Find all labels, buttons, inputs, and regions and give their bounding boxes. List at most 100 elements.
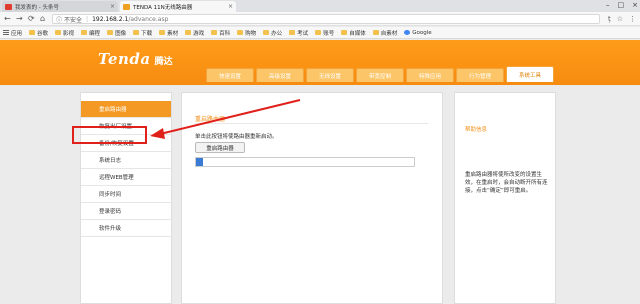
bookmark-label: 素材 [167, 30, 179, 37]
tenda-favicon-icon [123, 3, 130, 10]
main-menu: 快速设置 高级设置 无线设置 带宽控制 特殊应用 行为管理 系统工具 [206, 66, 554, 82]
section-title: 重启路由器 [195, 116, 226, 123]
menu-icon[interactable]: ⋮ [629, 14, 636, 24]
address-bar[interactable]: ⓘ 不安全 | 192.168.2.1 /advance.asp [52, 14, 600, 24]
toolbar-actions: ț ☆ ⋮ [608, 14, 636, 24]
bookmark-item[interactable]: 百科 [211, 29, 230, 37]
tab-system-tools[interactable]: 系统工具 [506, 66, 554, 82]
tab-behavior[interactable]: 行为管理 [456, 68, 504, 82]
tab-quick-setup[interactable]: 快速设置 [206, 68, 254, 82]
help-text: 重启路由器将使所改变的设置生效，在重启时，会自动断开所有连接，点击“确定”即可重… [465, 172, 548, 194]
bookmark-label: 影视 [63, 30, 75, 37]
bookmark-item[interactable]: 影视 [55, 29, 74, 37]
tenda-logo: Tenda 腾达 [98, 50, 173, 68]
sidebar-item-reboot[interactable]: 重启路由器 [81, 101, 171, 118]
logo-english: Tenda [98, 50, 151, 68]
bookmark-item[interactable]: 考试 [289, 29, 308, 37]
bookmark-label: 图像 [115, 30, 127, 37]
bookmark-item[interactable]: 游戏 [185, 29, 204, 37]
bookmark-item[interactable]: 谷歌 [29, 29, 48, 37]
bookmarks-bar: 应用 谷歌 影视 编程 图像 下载 素材 游戏 百科 购物 办公 考试 账号 自… [0, 27, 640, 39]
tab-close-icon[interactable]: × [110, 3, 115, 10]
sidebar-item-time-sync[interactable]: 同步时间 [81, 186, 171, 203]
browser-tab[interactable]: 我发表的 - 头条号 × [2, 1, 118, 12]
reboot-button[interactable]: 重启路由器 [195, 142, 245, 153]
progress-fill [196, 158, 203, 166]
maximize-icon[interactable]: □ [618, 0, 625, 10]
back-icon[interactable]: ← [4, 14, 11, 24]
logo-chinese: 腾达 [154, 57, 173, 67]
url-host: 192.168.2.1 [92, 15, 129, 23]
apps-grid-icon [3, 29, 9, 36]
bookmark-item[interactable]: 下载 [133, 29, 152, 37]
bookmark-label: 下载 [141, 30, 153, 37]
tab-title: 我发表的 - 头条号 [15, 4, 59, 11]
url-path: /advance.asp [128, 15, 169, 23]
help-title: 帮助信息 [465, 127, 488, 133]
folder-icon [81, 30, 88, 35]
bookmark-label: 账号 [323, 30, 335, 37]
bookmark-item[interactable]: 素材 [159, 29, 178, 37]
bookmark-item[interactable]: 账号 [315, 29, 334, 37]
bookmark-label: Google [412, 29, 432, 36]
close-window-icon[interactable]: × [632, 0, 638, 10]
bookmark-label: 办公 [271, 30, 283, 37]
bookmark-item[interactable]: 图像 [107, 29, 126, 37]
bookmark-apps[interactable]: 应用 [3, 29, 22, 37]
tab-wireless[interactable]: 无线设置 [306, 68, 354, 82]
folder-icon [372, 30, 379, 35]
tab-special-apps[interactable]: 特殊应用 [406, 68, 454, 82]
bookmark-label: 谷歌 [37, 30, 49, 37]
bookmark-label: 自素材 [380, 30, 398, 37]
sidebar-item-system-log[interactable]: 系统日志 [81, 152, 171, 169]
router-header: Tenda 腾达 快速设置 高级设置 无线设置 带宽控制 特殊应用 行为管理 系… [0, 40, 640, 85]
translate-icon[interactable]: ț [608, 14, 611, 24]
bookmark-google[interactable]: Google [404, 29, 432, 36]
folder-icon [133, 30, 140, 35]
reload-icon[interactable]: ⟳ [28, 14, 35, 24]
folder-icon [211, 30, 218, 35]
bookmark-item[interactable]: 编程 [81, 29, 100, 37]
window-controls: – □ × [606, 0, 638, 10]
folder-icon [263, 30, 270, 35]
bookmark-item[interactable]: 办公 [263, 29, 282, 37]
tab-close-icon[interactable]: × [228, 3, 233, 10]
browser-tab-active[interactable]: TENDA 11N无线路由器 × [120, 1, 236, 12]
bookmark-item[interactable]: 自素材 [372, 29, 398, 37]
minimize-icon[interactable]: – [606, 0, 610, 10]
google-icon [404, 30, 411, 35]
folder-icon [315, 30, 322, 35]
sidebar-item-login-password[interactable]: 登录密码 [81, 203, 171, 220]
folder-icon [237, 30, 244, 35]
bookmark-item[interactable]: 自媒体 [341, 29, 366, 37]
folder-icon [341, 30, 348, 35]
bookmark-label: 购物 [245, 30, 257, 37]
reboot-progress-bar [195, 157, 415, 167]
tab-title: TENDA 11N无线路由器 [133, 4, 193, 11]
folder-icon [55, 30, 62, 35]
folder-icon [289, 30, 296, 35]
divider [195, 123, 428, 124]
annotation-highlight-box [72, 126, 147, 144]
sidebar: 重启路由器 恢复出厂设置 备份/恢复设置 系统日志 远程WEB管理 同步时间 登… [80, 92, 172, 304]
tab-advanced[interactable]: 高级设置 [256, 68, 304, 82]
home-icon[interactable]: ⌂ [40, 14, 45, 24]
reboot-description: 单击此按钮将使路由器重新启动。 [195, 134, 278, 140]
main-panel: 重启路由器 单击此按钮将使路由器重新启动。 重启路由器 [181, 92, 443, 304]
bookmark-label: 百科 [219, 30, 231, 37]
bookmark-item[interactable]: 购物 [237, 29, 256, 37]
info-icon[interactable]: ⓘ [56, 15, 62, 24]
bookmark-label: 编程 [89, 30, 101, 37]
folder-icon [159, 30, 166, 35]
bookmark-label: 自媒体 [349, 30, 366, 37]
bookmark-label: 应用 [11, 30, 23, 37]
security-label: 不安全 [64, 16, 83, 24]
toutiao-favicon-icon [5, 3, 12, 10]
sidebar-item-firmware-upgrade[interactable]: 软件升级 [81, 220, 171, 237]
forward-icon[interactable]: → [16, 14, 23, 24]
bookmark-star-icon[interactable]: ☆ [617, 14, 623, 24]
bookmark-label: 游戏 [193, 30, 205, 37]
sidebar-item-remote-web[interactable]: 远程WEB管理 [81, 169, 171, 186]
divider: | [86, 15, 89, 23]
tab-bandwidth[interactable]: 带宽控制 [356, 68, 404, 82]
